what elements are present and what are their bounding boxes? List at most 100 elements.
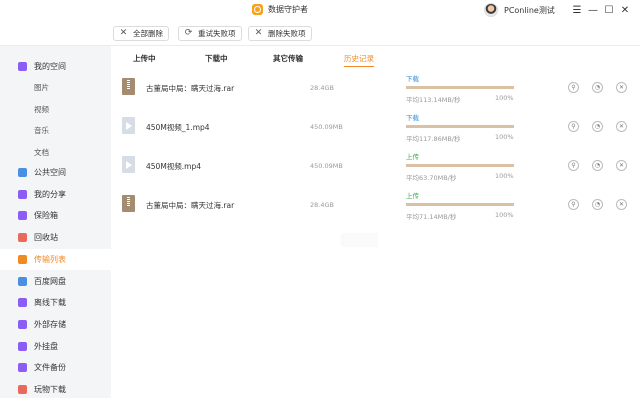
progress-percent: 100%	[495, 211, 514, 219]
user-name[interactable]: PConline测试	[504, 5, 555, 16]
tab-history[interactable]: 历史记录	[344, 53, 374, 67]
archive-file-icon	[122, 195, 135, 212]
x-icon: ✕	[119, 28, 128, 38]
progress-bar	[406, 86, 514, 89]
transfer-direction: 下载	[406, 75, 419, 83]
open-folder-icon[interactable]: ◔	[592, 82, 603, 93]
file-backup-icon	[18, 363, 27, 372]
public-space-icon	[18, 168, 27, 177]
progress-percent: 100%	[495, 94, 514, 102]
minimize-icon[interactable]: —	[586, 3, 600, 17]
avatar[interactable]	[484, 3, 498, 17]
sidebar-item-transfer-list[interactable]: 传输列表	[0, 249, 111, 270]
average-speed: 平均63.70MB/秒	[406, 174, 457, 182]
search-icon[interactable]: ⚲	[568, 121, 579, 132]
sidebar: 我的空间 图片 视频 音乐 文档 公共空间 我的分享 保险箱 回收站 传输列表 …	[0, 46, 111, 398]
video-file-icon	[122, 156, 135, 173]
file-name: 450M视频_1.mp4	[146, 123, 210, 132]
search-icon[interactable]: ⚲	[568, 160, 579, 171]
sidebar-subitem-music[interactable]: 音乐	[34, 125, 49, 136]
sidebar-item-my-share[interactable]: 我的分享	[0, 184, 111, 205]
sidebar-subitem-videos[interactable]: 视频	[34, 104, 49, 115]
progress-bar	[406, 203, 514, 206]
file-size: 450.09MB	[310, 123, 343, 131]
sidebar-subitem-images[interactable]: 图片	[34, 82, 49, 93]
title-bar: 数据守护者 PConline测试 ☰ — ☐ ✕	[0, 0, 640, 22]
file-name: 450M视频.mp4	[146, 162, 202, 171]
wanwu-download-icon	[18, 385, 27, 394]
safe-box-icon	[18, 211, 27, 220]
sidebar-item-public-space[interactable]: 公共空间	[0, 162, 111, 183]
sidebar-item-wanwu-download[interactable]: 玩物下载	[0, 379, 111, 400]
transfer-direction: 上传	[406, 192, 419, 200]
transfer-icon	[18, 255, 27, 264]
external-storage-icon	[18, 320, 27, 329]
transfer-tabs: 上传中 下载中 其它传输 历史记录	[111, 46, 640, 68]
progress-fill	[406, 86, 514, 89]
toolbar: ✕ 全部删除 ⟳ 重试失败项 ✕ 删除失败项	[0, 22, 640, 46]
sidebar-subitem-docs[interactable]: 文档	[34, 147, 49, 158]
tab-other-transfers[interactable]: 其它传输	[273, 53, 303, 64]
sidebar-item-my-space[interactable]: 我的空间	[0, 56, 111, 77]
delete-failed-button[interactable]: ✕ 删除失败项	[248, 26, 312, 41]
app-title-text: 数据守护者	[268, 5, 308, 14]
remove-icon[interactable]: ✕	[616, 121, 627, 132]
sidebar-item-baidu-pan[interactable]: 百度网盘	[0, 271, 111, 292]
user-account[interactable]: PConline测试	[484, 3, 555, 17]
app-title: 数据守护者	[252, 4, 308, 15]
app-logo-icon	[252, 4, 263, 15]
x-icon: ✕	[254, 28, 263, 38]
mounted-disk-icon	[18, 342, 27, 351]
offline-download-icon	[18, 298, 27, 307]
video-file-icon	[122, 117, 135, 134]
open-folder-icon[interactable]: ◔	[592, 160, 603, 171]
tab-uploading[interactable]: 上传中	[133, 53, 156, 64]
table-row[interactable]: 古董局中局：瞒天过海.rar 28.4GB 上传 平均71.14MB/秒 100…	[111, 186, 640, 225]
sidebar-item-external-storage[interactable]: 外部存储	[0, 314, 111, 335]
table-row[interactable]: 古董局中局：瞒天过海.rar 28.4GB 下载 平均113.14MB/秒 10…	[111, 69, 640, 108]
progress-percent: 100%	[495, 172, 514, 180]
file-size: 450.09MB	[310, 162, 343, 170]
remove-icon[interactable]: ✕	[616, 82, 627, 93]
tab-downloading[interactable]: 下载中	[205, 53, 228, 64]
maximize-icon[interactable]: ☐	[602, 3, 616, 17]
open-folder-icon[interactable]: ◔	[592, 121, 603, 132]
progress-bar	[406, 125, 514, 128]
sidebar-item-offline-download[interactable]: 离线下载	[0, 292, 111, 313]
file-name: 古董局中局：瞒天过海.rar	[146, 201, 235, 210]
my-space-icon	[18, 62, 27, 71]
progress-percent: 100%	[495, 133, 514, 141]
close-icon[interactable]: ✕	[618, 3, 632, 17]
table-row[interactable]: 450M视频.mp4 450.09MB 上传 平均63.70MB/秒 100% …	[111, 147, 640, 186]
progress-fill	[406, 125, 514, 128]
delete-all-button[interactable]: ✕ 全部删除	[113, 26, 169, 41]
progress-bar	[406, 164, 514, 167]
archive-file-icon	[122, 78, 135, 95]
progress-fill	[406, 164, 514, 167]
remove-icon[interactable]: ✕	[616, 160, 627, 171]
open-folder-icon[interactable]: ◔	[592, 199, 603, 210]
average-speed: 平均71.14MB/秒	[406, 213, 457, 221]
sidebar-item-recycle-bin[interactable]: 回收站	[0, 227, 111, 248]
transfer-direction: 上传	[406, 153, 419, 161]
progress-fill	[406, 203, 514, 206]
file-name: 古董局中局：瞒天过海.rar	[146, 84, 235, 93]
sidebar-item-safe-box[interactable]: 保险箱	[0, 205, 111, 226]
recycle-bin-icon	[18, 233, 27, 242]
retry-failed-button[interactable]: ⟳ 重试失败项	[178, 26, 242, 41]
share-icon	[18, 190, 27, 199]
baidu-pan-icon	[18, 277, 27, 286]
sidebar-item-file-backup[interactable]: 文件备份	[0, 357, 111, 378]
sidebar-item-mounted-disk[interactable]: 外挂盘	[0, 336, 111, 357]
file-size: 28.4GB	[310, 201, 334, 209]
menu-icon[interactable]: ☰	[570, 3, 584, 17]
file-size: 28.4GB	[310, 84, 334, 92]
search-icon[interactable]: ⚲	[568, 199, 579, 210]
blank-area	[341, 233, 378, 247]
transfer-direction: 下载	[406, 114, 419, 122]
refresh-icon: ⟳	[184, 28, 193, 38]
table-row[interactable]: 450M视频_1.mp4 450.09MB 下载 平均117.86MB/秒 10…	[111, 108, 640, 147]
average-speed: 平均117.86MB/秒	[406, 135, 461, 143]
search-icon[interactable]: ⚲	[568, 82, 579, 93]
remove-icon[interactable]: ✕	[616, 199, 627, 210]
